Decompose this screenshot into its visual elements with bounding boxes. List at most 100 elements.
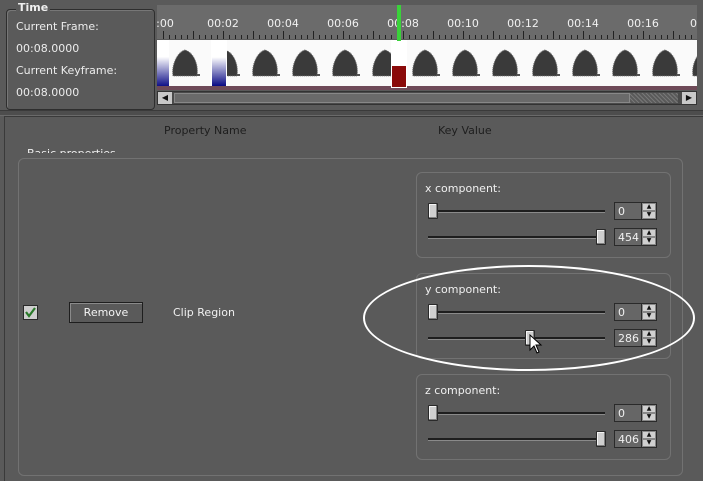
- ruler-tick: [661, 35, 662, 39]
- ruler-tick: [337, 35, 338, 39]
- ruler-tick: [493, 31, 494, 39]
- ruler-tick: [181, 35, 182, 39]
- ruler-tick: [241, 35, 242, 39]
- x-min-value: 0: [618, 205, 625, 218]
- ruler-tick: [457, 35, 458, 39]
- frame-thumbnail: [412, 49, 440, 77]
- ruler-tick: [265, 35, 266, 39]
- time-panel-title: Time: [16, 1, 51, 14]
- ruler-tick: [319, 35, 320, 39]
- spin-down-icon[interactable]: ▼: [642, 211, 656, 219]
- ruler-tick: [331, 35, 332, 39]
- timeline-scrollbar[interactable]: ◀ ▶: [157, 91, 697, 105]
- scrollbar-thumb[interactable]: [174, 93, 630, 103]
- ruler-tick: [475, 35, 476, 39]
- ruler-tick: [343, 31, 344, 39]
- keyframe-marker[interactable]: [157, 40, 169, 88]
- frame-thumbnail: [652, 49, 680, 77]
- ruler-label: :00: [157, 17, 174, 30]
- ruler-tick: [613, 31, 614, 39]
- ruler-tick: [649, 35, 650, 39]
- ruler-tick: [553, 31, 554, 39]
- x-max-slider-handle[interactable]: [596, 229, 606, 245]
- ruler-tick: [439, 35, 440, 39]
- x-min-slider-track[interactable]: [428, 210, 605, 213]
- x-max-value: 454: [618, 231, 639, 244]
- ruler-tick: [349, 35, 350, 39]
- ruler-label: 00:02: [207, 17, 239, 30]
- spin-down-icon[interactable]: ▼: [642, 439, 656, 447]
- ruler-tick: [433, 31, 434, 39]
- z-min-slider-track[interactable]: [428, 412, 605, 415]
- ruler-tick: [679, 35, 680, 39]
- ruler-tick: [313, 31, 314, 39]
- scroll-right-icon[interactable]: ▶: [682, 92, 696, 104]
- z-max-slider-track[interactable]: [428, 438, 605, 441]
- ruler-label: 00:12: [507, 17, 539, 30]
- spin-up-icon[interactable]: ▲: [642, 431, 656, 439]
- playhead[interactable]: [397, 5, 401, 41]
- ruler-tick: [631, 35, 632, 39]
- ruler-tick: [211, 35, 212, 39]
- ruler-tick: [601, 35, 602, 39]
- ruler-tick: [643, 31, 644, 39]
- ruler-label: 00:16: [627, 17, 659, 30]
- frame-thumbnail: [292, 49, 320, 77]
- x-max-slider-track[interactable]: [428, 236, 605, 239]
- ruler-tick: [367, 35, 368, 39]
- frame-thumbnail: [252, 49, 280, 77]
- spin-down-icon[interactable]: ▼: [642, 237, 656, 245]
- frame-thumbnail: [172, 49, 200, 77]
- ruler-tick: [511, 35, 512, 39]
- ruler-tick: [253, 31, 254, 39]
- ruler-tick: [451, 35, 452, 39]
- timeline-ruler[interactable]: :00 00:02 00:04 00:06 00:08 00:10 00:12 …: [157, 5, 697, 39]
- current-frame-label: Current Frame:: [16, 20, 99, 33]
- ruler-label: 00:04: [267, 17, 299, 30]
- frame-thumbnail: [492, 49, 520, 77]
- enable-property-checkbox[interactable]: [23, 305, 38, 320]
- property-name-header: Property Name: [164, 124, 247, 137]
- ruler-tick: [595, 35, 596, 39]
- z-min-value: 0: [618, 407, 625, 420]
- ruler-tick: [499, 35, 500, 39]
- frame-thumbnail: [452, 49, 480, 77]
- z-max-value: 406: [618, 433, 639, 446]
- check-icon: [25, 307, 36, 318]
- mouse-pointer-icon: [529, 334, 543, 354]
- x-min-slider-handle[interactable]: [428, 203, 438, 219]
- timeline-filmstrip[interactable]: [157, 40, 697, 90]
- ruler-tick: [259, 35, 260, 39]
- ruler-tick: [535, 35, 536, 39]
- spin-down-icon[interactable]: ▼: [642, 413, 656, 421]
- ruler-tick: [277, 35, 278, 39]
- x-max-spinbox[interactable]: 454 ▲ ▼: [614, 228, 657, 246]
- ruler-tick: [409, 35, 410, 39]
- spin-up-icon[interactable]: ▲: [642, 405, 656, 413]
- ruler-tick: [205, 35, 206, 39]
- highlight-ellipse: [363, 265, 695, 371]
- ruler-tick: [301, 35, 302, 39]
- keyframe-marker[interactable]: [211, 40, 227, 88]
- ruler-tick: [421, 35, 422, 39]
- ruler-tick: [289, 35, 290, 39]
- remove-button[interactable]: Remove: [69, 302, 143, 323]
- ruler-tick: [541, 35, 542, 39]
- spin-up-icon[interactable]: ▲: [642, 203, 656, 211]
- z-min-slider-handle[interactable]: [428, 405, 438, 421]
- spin-up-icon[interactable]: ▲: [642, 229, 656, 237]
- ruler-tick: [199, 35, 200, 39]
- ruler-tick: [625, 35, 626, 39]
- ruler-tick: [673, 31, 674, 39]
- x-min-spinbox[interactable]: 0 ▲ ▼: [614, 202, 657, 220]
- ruler-tick: [415, 35, 416, 39]
- z-max-spinbox[interactable]: 406 ▲ ▼: [614, 430, 657, 448]
- ruler-tick: [523, 31, 524, 39]
- scroll-left-icon[interactable]: ◀: [158, 92, 172, 104]
- ruler-tick: [559, 35, 560, 39]
- z-min-spinbox[interactable]: 0 ▲ ▼: [614, 404, 657, 422]
- ruler-tick: [691, 35, 692, 39]
- z-max-slider-handle[interactable]: [596, 431, 606, 447]
- ruler-tick: [403, 31, 404, 39]
- current-keyframe-label: Current Keyframe:: [16, 64, 118, 77]
